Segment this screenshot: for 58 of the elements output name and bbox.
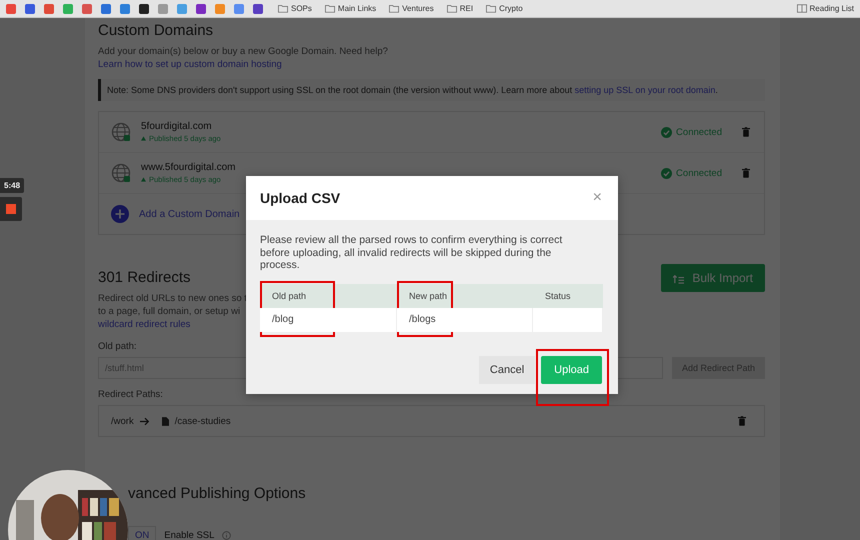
recording-timer: 5:48	[0, 178, 24, 193]
column-header: Status	[544, 290, 572, 302]
upload-button[interactable]: Upload	[541, 356, 602, 384]
connected-status: Connected	[661, 168, 722, 178]
check-icon	[661, 168, 672, 178]
import-icon	[673, 272, 684, 284]
table-cell	[533, 308, 603, 332]
folder-icon	[324, 4, 335, 13]
folder-icon	[389, 4, 400, 13]
folder-icon	[278, 4, 288, 13]
table-cell: /blog	[260, 308, 397, 332]
ssl-link[interactable]: setting up SSL on your root domain	[574, 85, 716, 95]
field-label: Old path:	[98, 341, 138, 352]
bookmark-folder[interactable]: Main Links	[324, 4, 376, 13]
info-icon[interactable]	[222, 531, 232, 540]
stop-recording-button[interactable]	[0, 197, 22, 221]
domain-name: www.5fourdigital.com	[141, 162, 236, 173]
reading-list-icon	[796, 4, 807, 13]
table-cell: /blogs	[397, 308, 533, 332]
section-heading: 301 Redirects	[98, 269, 191, 286]
triangle-icon	[141, 177, 146, 182]
bookmark-folder[interactable]: Crypto	[486, 4, 523, 13]
field-label: Redirect Paths:	[98, 389, 164, 400]
old-path-text: /work	[111, 416, 134, 426]
ssl-toggle[interactable]: ON	[128, 526, 156, 540]
reading-list-button[interactable]: Reading List	[796, 4, 854, 13]
file-icon	[162, 416, 169, 426]
section-heading: vanced Publishing Options	[128, 485, 307, 502]
bookmark-folder[interactable]: SOPs	[278, 4, 312, 13]
folder-icon	[446, 4, 457, 13]
globe-icon	[111, 163, 131, 183]
dialog-title: Upload CSV	[260, 190, 340, 206]
trash-icon[interactable]	[742, 127, 750, 137]
connected-status: Connected	[661, 126, 722, 138]
arrow-icon	[140, 416, 150, 426]
domain-name: 5fourdigital.com	[141, 121, 213, 132]
close-button[interactable]: ×	[590, 189, 604, 207]
new-path-text: /case-studies	[174, 416, 231, 426]
ssl-label: Enable SSL	[164, 530, 214, 540]
description-text: Add your domain(s) below or buy a new Google Domain. Need help? Learn how to set up custom domain hosting	[98, 45, 389, 71]
add-domain-link[interactable]: Add a Custom Domain	[139, 208, 240, 220]
note-text: Note: Some DNS providers don't support using SSL on the root domain (the version without www). Learn more about setting up SSL on your root domain.	[107, 85, 718, 95]
section-heading: Custom Domains	[98, 22, 214, 39]
trash-icon[interactable]	[738, 416, 746, 426]
add-icon[interactable]	[111, 205, 129, 223]
check-icon	[661, 126, 672, 138]
bookmark-folder[interactable]: REI	[446, 4, 474, 13]
trash-icon[interactable]	[742, 168, 750, 178]
bookmark-folder[interactable]: Ventures	[389, 4, 434, 13]
globe-icon	[111, 122, 131, 142]
folder-icon	[486, 4, 496, 13]
rules-link[interactable]: wildcard redirect rules	[98, 318, 190, 331]
dialog-message: Please review all the parsed rows to confirm everything is correct before uploading, all invalid redirects will be skipped during the process.	[260, 234, 564, 272]
bulk-import-button[interactable]: Bulk Import	[661, 264, 765, 292]
cancel-button[interactable]: Cancel	[478, 356, 536, 384]
description-text: to a page, full domain, or setup wi	[98, 305, 240, 318]
help-link[interactable]: Learn how to set up custom domain hosting	[98, 59, 282, 70]
triangle-icon	[141, 136, 146, 141]
